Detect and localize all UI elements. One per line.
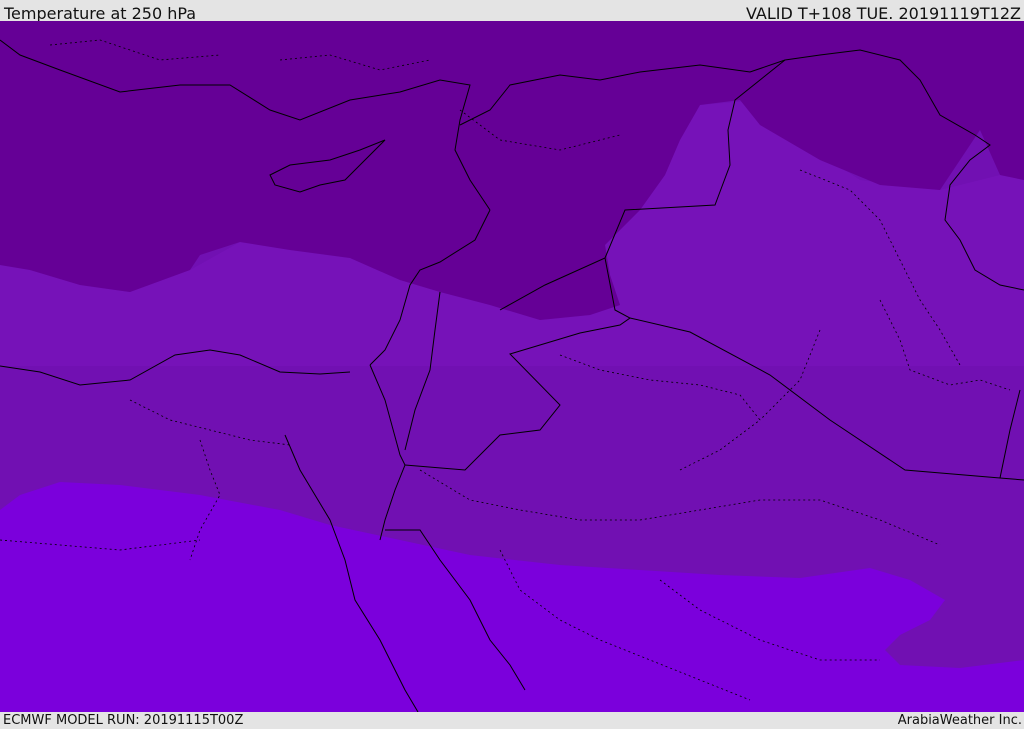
map-header: Temperature at 250 hPa VALID T+108 TUE. …: [0, 0, 1024, 23]
temperature-map: [0, 21, 1024, 712]
credit-label: ArabiaWeather Inc.: [897, 713, 1022, 728]
map-footer: ECMWF MODEL RUN: 20191115T00Z ArabiaWeat…: [0, 712, 1024, 729]
model-run-label: ECMWF MODEL RUN: 20191115T00Z: [3, 713, 244, 728]
map-canvas: [0, 21, 1024, 712]
